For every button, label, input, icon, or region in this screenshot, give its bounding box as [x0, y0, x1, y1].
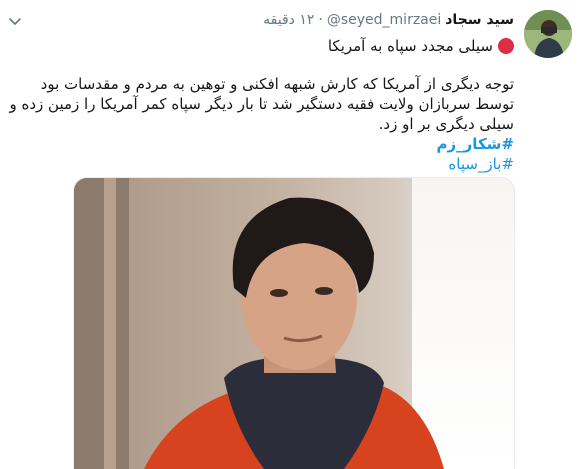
profile-avatar[interactable] [524, 10, 572, 58]
tweet-title-line: سیلی مجدد سپاه به آمریکا [6, 36, 514, 56]
user-handle[interactable]: @seyed_mirzaei [327, 10, 441, 30]
tweet-body: توجه دیگری از آمریکا که کارش شبهه افکنی … [6, 74, 514, 174]
tweet-photo[interactable] [73, 177, 515, 469]
red-circle-icon [498, 38, 514, 54]
tweet-header: سید سجاد @seyed_mirzaei · ۱۲ دقیقه [6, 10, 514, 30]
tweet-title: سیلی مجدد سپاه به آمریکا [327, 37, 493, 55]
hashtag-link[interactable]: #شکار_زم [6, 134, 514, 154]
tweet: سید سجاد @seyed_mirzaei · ۱۲ دقیقه سیلی … [0, 0, 584, 469]
display-name[interactable]: سید سجاد [445, 10, 514, 30]
tweet-content: سید سجاد @seyed_mirzaei · ۱۲ دقیقه سیلی … [6, 10, 514, 174]
separator-dot: · [318, 12, 323, 28]
hashtag-link[interactable]: #باز_سپاه [6, 154, 514, 174]
avatar-photo-icon [524, 10, 572, 58]
chevron-down-icon[interactable] [6, 12, 24, 30]
tweet-body-text: توجه دیگری از آمریکا که کارش شبهه افکنی … [9, 75, 514, 133]
tweet-time[interactable]: ۱۲ دقیقه [263, 10, 314, 30]
photo-image [74, 178, 514, 469]
